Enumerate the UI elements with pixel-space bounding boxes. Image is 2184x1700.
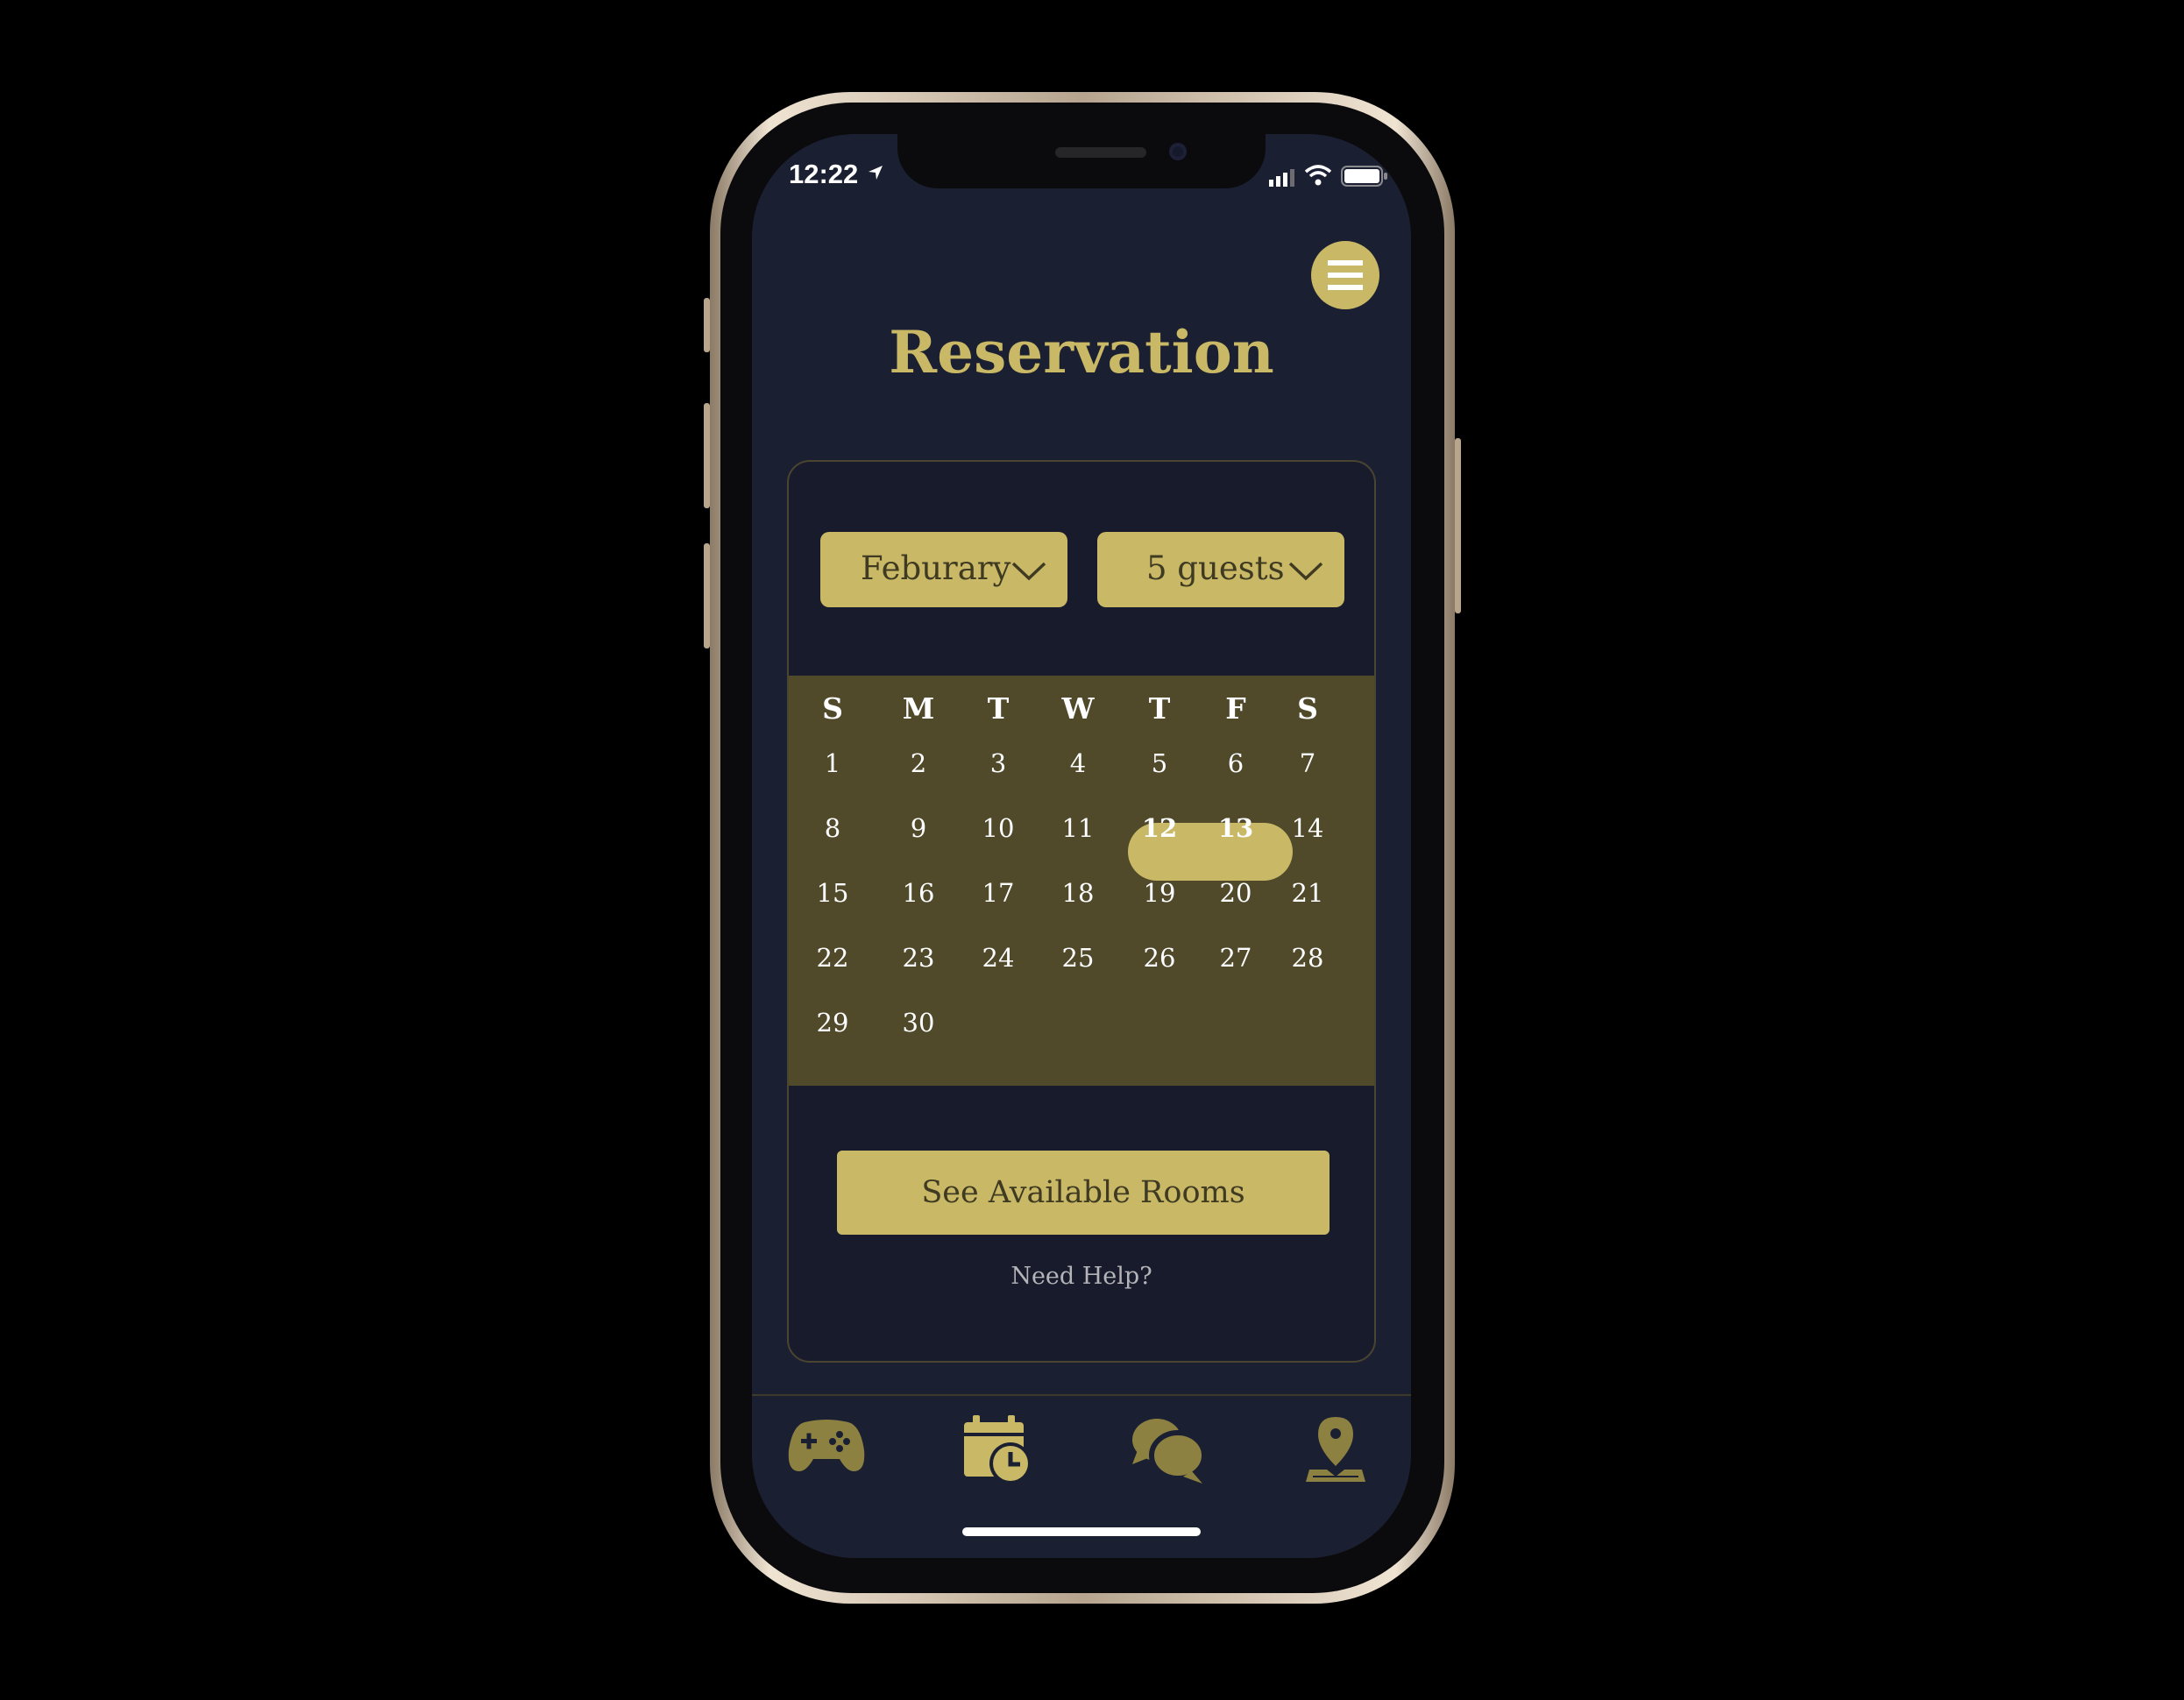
calendar-day[interactable]: 23 [892, 940, 945, 975]
menu-button[interactable] [1311, 241, 1379, 309]
tab-reservations[interactable] [962, 1415, 1032, 1489]
calendar-day-selected[interactable]: 13 [1209, 811, 1262, 846]
status-time: 12:22 [789, 159, 859, 189]
calendar-day[interactable]: 5 [1133, 746, 1186, 781]
calendar-grid: SMTWTFS 1 2 3 4 5 6 7 8 9 10 11 12 13 14 15 16 17 18 19 20 2… [789, 676, 1374, 1086]
calendar-day[interactable]: 10 [972, 811, 1025, 846]
volume-down-button [704, 543, 710, 648]
mute-switch [704, 298, 710, 352]
see-available-rooms-button[interactable]: See Available Rooms [837, 1151, 1330, 1235]
calendar-clock-icon [964, 1415, 1032, 1484]
calendar-day[interactable]: 2 [892, 746, 945, 781]
earpiece-speaker [1055, 147, 1146, 158]
volume-up-button [704, 403, 710, 508]
guests-dropdown-value: 5 guests [1146, 549, 1285, 587]
calendar-day[interactable]: 18 [1052, 875, 1104, 910]
calendar-day[interactable]: 16 [892, 875, 945, 910]
hamburger-menu-icon [1328, 260, 1363, 290]
calendar-day[interactable]: 4 [1052, 746, 1104, 781]
cellular-signal-icon [1269, 169, 1294, 187]
calendar-day[interactable]: 26 [1133, 940, 1186, 975]
month-dropdown[interactable]: Feburary [820, 532, 1067, 607]
chevron-down-icon [1011, 562, 1046, 581]
page-title: Reservation [889, 318, 1274, 386]
calendar-day[interactable]: 14 [1281, 811, 1334, 846]
guests-dropdown[interactable]: 5 guests [1097, 532, 1344, 607]
calendar-day-selected[interactable]: 12 [1133, 811, 1186, 846]
calendar-day[interactable]: 8 [806, 811, 859, 846]
calendar-day[interactable]: 7 [1281, 746, 1334, 781]
month-dropdown-value: Feburary [861, 549, 1011, 587]
notch [897, 134, 1266, 188]
battery-icon [1341, 166, 1387, 187]
weekday-label: F [1225, 691, 1246, 726]
calendar-day[interactable]: 17 [972, 875, 1025, 910]
calendar-day[interactable]: 21 [1281, 875, 1334, 910]
calendar-day[interactable]: 25 [1052, 940, 1104, 975]
weekday-label: W [1061, 691, 1095, 726]
need-help-link[interactable]: Need Help? [789, 1263, 1374, 1290]
tab-chat[interactable] [1131, 1415, 1207, 1489]
map-pin-icon [1306, 1417, 1365, 1482]
calendar-day[interactable]: 11 [1052, 811, 1104, 846]
front-camera [1169, 143, 1187, 160]
calendar-day[interactable]: 19 [1133, 875, 1186, 910]
chat-bubbles-icon [1132, 1419, 1207, 1484]
calendar-day[interactable]: 20 [1209, 875, 1262, 910]
weekday-label: S [1297, 691, 1318, 726]
calendar-day[interactable]: 28 [1281, 940, 1334, 975]
reservation-card: Feburary 5 guests SMTWTFS 1 2 3 4 5 6 7 8 9 10 11 1… [787, 460, 1376, 1363]
calendar-day[interactable]: 9 [892, 811, 945, 846]
power-button [1455, 438, 1461, 613]
weekday-label: T [987, 691, 1010, 726]
tabbar-divider [752, 1394, 1411, 1396]
calendar-day[interactable]: 30 [892, 1005, 945, 1040]
calendar-day[interactable]: 3 [972, 746, 1025, 781]
weekday-label: S [822, 691, 843, 726]
tab-location[interactable] [1304, 1415, 1367, 1489]
calendar-day[interactable]: 1 [806, 746, 859, 781]
home-indicator [962, 1527, 1201, 1536]
calendar-day[interactable]: 24 [972, 940, 1025, 975]
calendar-day[interactable]: 15 [806, 875, 859, 910]
wifi-icon [1304, 165, 1332, 186]
weekday-label: T [1148, 691, 1171, 726]
app-screen: 12:22 Reservation Feburary 5 guests S M … [752, 134, 1411, 1558]
calendar-day[interactable]: 22 [806, 940, 859, 975]
location-arrow-icon [869, 166, 883, 180]
calendar-day[interactable]: 29 [806, 1005, 859, 1040]
weekday-label: M [902, 691, 935, 726]
calendar-day[interactable]: 27 [1209, 940, 1262, 975]
chevron-down-icon [1288, 562, 1323, 581]
gamepad-icon [788, 1420, 865, 1471]
tab-games[interactable] [787, 1415, 866, 1480]
calendar-day[interactable]: 6 [1209, 746, 1262, 781]
